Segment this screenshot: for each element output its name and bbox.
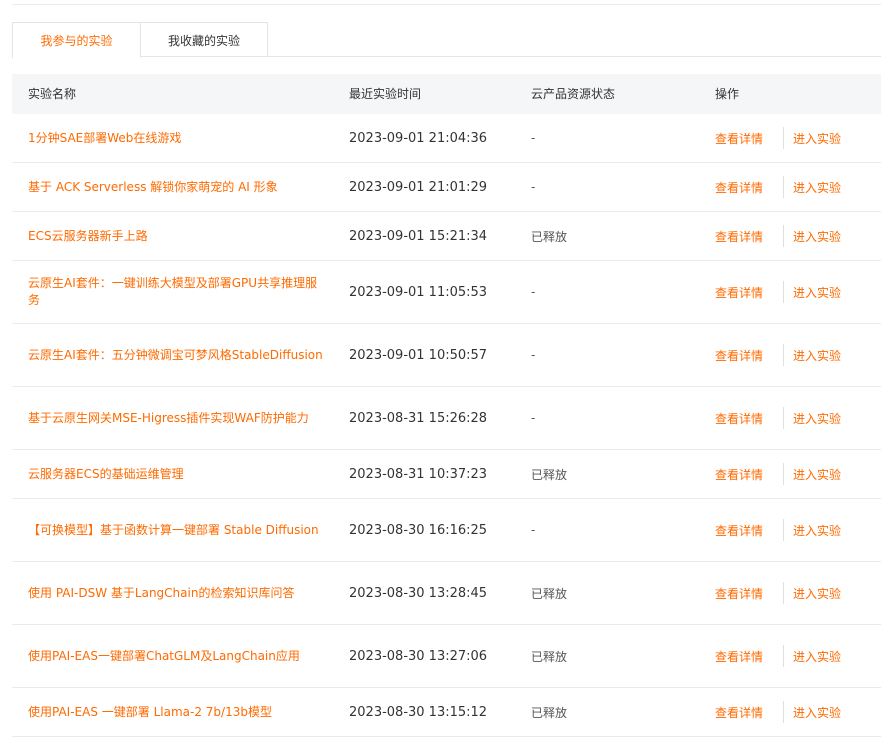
experiment-time: 2023-08-30 16:16:25 [349,522,488,538]
experiment-name-link[interactable]: 云原生AI套件：一键训练大模型及部署GPU共享推理服务 [28,261,328,323]
resource-status: 已释放 [531,467,568,482]
resource-status: - [531,180,536,194]
enter-experiment-link[interactable]: 进入实验 [793,648,841,665]
experiment-time: 2023-08-30 13:15:12 [349,704,488,720]
resource-status: - [531,523,536,537]
row-actions: 查看详情 进入实验 [715,625,841,687]
header-actions: 操作 [715,87,740,101]
experiment-time: 2023-09-01 10:50:57 [349,347,488,363]
row-actions: 查看详情 进入实验 [715,212,841,260]
action-divider [783,463,785,485]
table-row: 使用PAI-EAS一键部署ChatGLM及LangChain应用 2023-08… [12,625,881,688]
view-details-link[interactable]: 查看详情 [715,179,763,196]
action-divider [783,582,785,604]
enter-experiment-link[interactable]: 进入实验 [793,130,841,147]
experiment-name-link[interactable]: 1分钟SAE部署Web在线游戏 [28,114,328,162]
enter-experiment-link[interactable]: 进入实验 [793,347,841,364]
tab-my-favorites[interactable]: 我收藏的实验 [140,22,268,56]
table-row: 云服务器ECS的基础运维管理 2023-08-31 10:37:23 已释放 查… [12,450,881,499]
table-row: 基于 ACK Serverless 解锁你家萌宠的 AI 形象 2023-09-… [12,163,881,212]
experiment-time: 2023-08-30 13:27:06 [349,648,488,664]
enter-experiment-link[interactable]: 进入实验 [793,704,841,721]
row-actions: 查看详情 进入实验 [715,499,841,561]
table-row: 使用PAI-EAS 一键部署 Llama-2 7b/13b模型 2023-08-… [12,688,881,737]
enter-experiment-link[interactable]: 进入实验 [793,466,841,483]
view-details-link[interactable]: 查看详情 [715,648,763,665]
row-actions: 查看详情 进入实验 [715,163,841,211]
resource-status: - [531,411,536,425]
action-divider [783,407,785,429]
experiment-name-link[interactable]: 云服务器ECS的基础运维管理 [28,450,328,498]
table-row: 云原生AI套件：五分钟微调宝可梦风格StableDiffusion 2023-0… [12,324,881,387]
experiment-time: 2023-09-01 15:21:34 [349,228,488,244]
tab-my-participated[interactable]: 我参与的实验 [12,22,141,58]
enter-experiment-link[interactable]: 进入实验 [793,585,841,602]
experiment-name-link[interactable]: 使用PAI-EAS一键部署ChatGLM及LangChain应用 [28,625,328,687]
experiments-page: 我参与的实验 我收藏的实验 实验名称 最近实验时间 云产品资源状态 操作 1分钟… [0,0,881,737]
enter-experiment-link[interactable]: 进入实验 [793,228,841,245]
header-experiment-name: 实验名称 [28,87,77,101]
row-actions: 查看详情 进入实验 [715,261,841,323]
experiment-time: 2023-08-31 10:37:23 [349,466,488,482]
enter-experiment-link[interactable]: 进入实验 [793,522,841,539]
action-divider [783,519,785,541]
experiment-name-link[interactable]: 基于云原生网关MSE-Higress插件实现WAF防护能力 [28,387,328,449]
experiment-name-link[interactable]: 【可换模型】基于函数计算一键部署 Stable Diffusion [28,499,328,561]
experiment-name-link[interactable]: 基于 ACK Serverless 解锁你家萌宠的 AI 形象 [28,163,328,211]
view-details-link[interactable]: 查看详情 [715,466,763,483]
resource-status: - [531,348,536,362]
action-divider [783,645,785,667]
row-actions: 查看详情 进入实验 [715,324,841,386]
resource-status: 已释放 [531,649,568,664]
resource-status: - [531,285,536,299]
view-details-link[interactable]: 查看详情 [715,410,763,427]
action-divider [783,344,785,366]
experiment-tabs: 我参与的实验 我收藏的实验 [12,22,881,58]
enter-experiment-link[interactable]: 进入实验 [793,410,841,427]
row-actions: 查看详情 进入实验 [715,562,841,624]
view-details-link[interactable]: 查看详情 [715,130,763,147]
table-row: 1分钟SAE部署Web在线游戏 2023-09-01 21:04:36 - 查看… [12,114,881,163]
row-actions: 查看详情 进入实验 [715,387,841,449]
experiment-time: 2023-09-01 21:04:36 [349,130,488,146]
resource-status: 已释放 [531,586,568,601]
table-row: 【可换模型】基于函数计算一键部署 Stable Diffusion 2023-0… [12,499,881,562]
experiment-name-link[interactable]: 云原生AI套件：五分钟微调宝可梦风格StableDiffusion [28,324,328,386]
enter-experiment-link[interactable]: 进入实验 [793,179,841,196]
resource-status: 已释放 [531,229,568,244]
view-details-link[interactable]: 查看详情 [715,347,763,364]
action-divider [783,176,785,198]
experiment-name-link[interactable]: ECS云服务器新手上路 [28,212,328,260]
table-row: 云原生AI套件：一键训练大模型及部署GPU共享推理服务 2023-09-01 1… [12,261,881,324]
experiment-time: 2023-08-30 13:28:45 [349,585,488,601]
view-details-link[interactable]: 查看详情 [715,585,763,602]
action-divider [783,281,785,303]
experiment-name-link[interactable]: 使用PAI-EAS 一键部署 Llama-2 7b/13b模型 [28,688,328,736]
view-details-link[interactable]: 查看详情 [715,522,763,539]
enter-experiment-link[interactable]: 进入实验 [793,284,841,301]
table-header: 实验名称 最近实验时间 云产品资源状态 操作 [12,74,881,114]
view-details-link[interactable]: 查看详情 [715,704,763,721]
row-actions: 查看详情 进入实验 [715,688,841,736]
action-divider [783,127,785,149]
resource-status: - [531,131,536,145]
row-actions: 查看详情 进入实验 [715,450,841,498]
row-actions: 查看详情 进入实验 [715,114,841,162]
experiment-time: 2023-09-01 21:01:29 [349,179,488,195]
experiment-name-link[interactable]: 使用 PAI-DSW 基于LangChain的检索知识库问答 [28,562,328,624]
experiment-table-body: 1分钟SAE部署Web在线游戏 2023-09-01 21:04:36 - 查看… [12,114,881,737]
table-row: ECS云服务器新手上路 2023-09-01 15:21:34 已释放 查看详情… [12,212,881,261]
table-row: 使用 PAI-DSW 基于LangChain的检索知识库问答 2023-08-3… [12,562,881,625]
header-resource-status: 云产品资源状态 [531,87,616,101]
resource-status: 已释放 [531,705,568,720]
experiment-time: 2023-08-31 15:26:28 [349,410,488,426]
view-details-link[interactable]: 查看详情 [715,228,763,245]
table-row: 基于云原生网关MSE-Higress插件实现WAF防护能力 2023-08-31… [12,387,881,450]
view-details-link[interactable]: 查看详情 [715,284,763,301]
action-divider [783,701,785,723]
header-recent-time: 最近实验时间 [349,87,422,101]
action-divider [783,225,785,247]
top-divider [12,4,881,5]
experiment-time: 2023-09-01 11:05:53 [349,284,488,300]
